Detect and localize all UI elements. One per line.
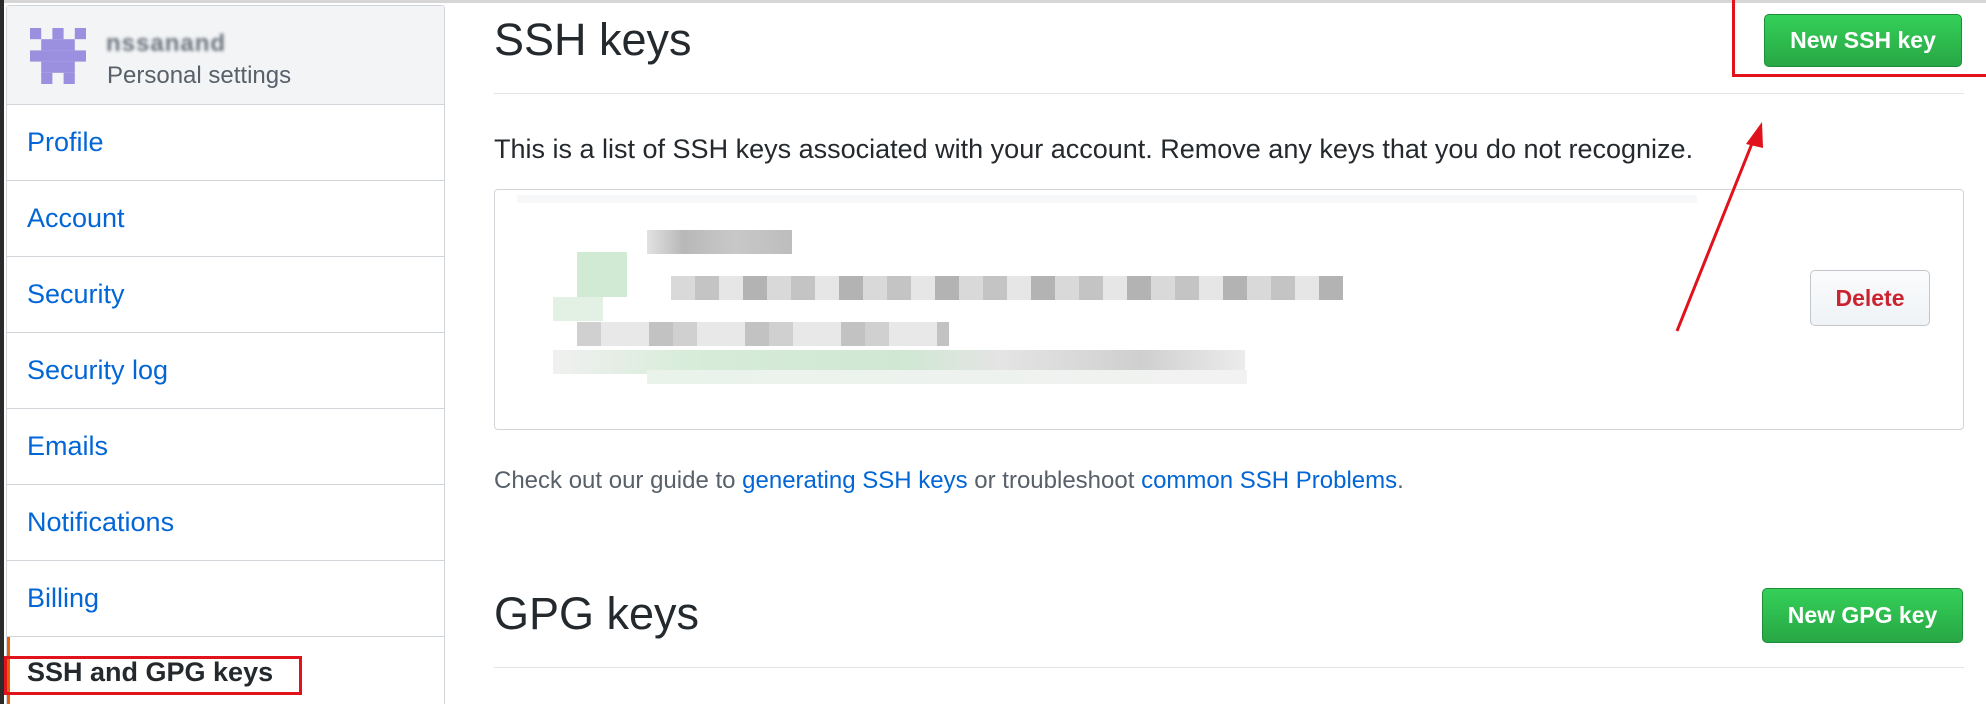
sidebar-item-profile[interactable]: Profile — [7, 105, 444, 181]
sidebar-header: nssanand Personal settings — [7, 6, 444, 105]
annotation-arrow-icon — [1675, 122, 1763, 332]
sidebar-item-emails[interactable]: Emails — [7, 409, 444, 485]
window-left-border — [0, 0, 4, 704]
redacted-key-icon — [553, 297, 603, 321]
redacted-added-date — [577, 322, 949, 346]
sidebar-item-label: Emails — [27, 431, 109, 461]
annotation-highlight-new-ssh-key — [1732, 0, 1986, 77]
ssh-description: This is a list of SSH keys associated wi… — [494, 134, 1694, 164]
settings-sidebar: nssanand Personal settings Profile Accou… — [6, 5, 445, 704]
gpg-keys-heading: GPG keys — [494, 588, 700, 639]
sidebar-item-security[interactable]: Security — [7, 257, 444, 333]
identicon-avatar-icon[interactable] — [30, 28, 86, 84]
ssh-keys-heading: SSH keys — [494, 14, 692, 65]
ssh-heading-divider — [494, 93, 1964, 94]
redacted-last-used — [647, 370, 1247, 384]
new-gpg-key-button[interactable]: New GPG key — [1762, 588, 1963, 643]
sidebar-item-label: Account — [27, 203, 125, 233]
sidebar-item-label: Notifications — [27, 507, 175, 537]
annotation-highlight-ssh-gpg-keys — [4, 656, 302, 695]
sidebar-item-label: Security — [27, 279, 125, 309]
gpg-heading-divider — [494, 667, 1964, 668]
sidebar-item-billing[interactable]: Billing — [7, 561, 444, 637]
delete-ssh-key-button[interactable]: Delete — [1810, 270, 1930, 326]
window-top-border — [0, 0, 1986, 3]
generating-ssh-keys-link[interactable]: generating SSH keys — [742, 467, 967, 494]
redacted-fingerprint — [671, 276, 1343, 300]
sidebar-item-label: Security log — [27, 355, 169, 385]
sidebar-item-label: Profile — [27, 127, 104, 157]
sidebar-item-label: Billing — [27, 583, 100, 613]
username: nssanand — [106, 30, 227, 57]
sidebar-item-security-log[interactable]: Security log — [7, 333, 444, 409]
guide-suffix: . — [1397, 467, 1404, 494]
ssh-guide-text: Check out our guide to generating SSH ke… — [494, 467, 1404, 495]
redacted-line — [517, 195, 1697, 203]
redacted-key-icon — [577, 252, 627, 297]
redacted-key-title — [647, 230, 792, 254]
guide-prefix: Check out our guide to — [494, 467, 743, 494]
common-ssh-problems-link[interactable]: common SSH Problems — [1141, 467, 1397, 494]
sidebar-item-account[interactable]: Account — [7, 181, 444, 257]
sidebar-item-notifications[interactable]: Notifications — [7, 485, 444, 561]
guide-middle: or troubleshoot — [967, 467, 1142, 494]
sidebar-subtitle: Personal settings — [107, 62, 292, 89]
